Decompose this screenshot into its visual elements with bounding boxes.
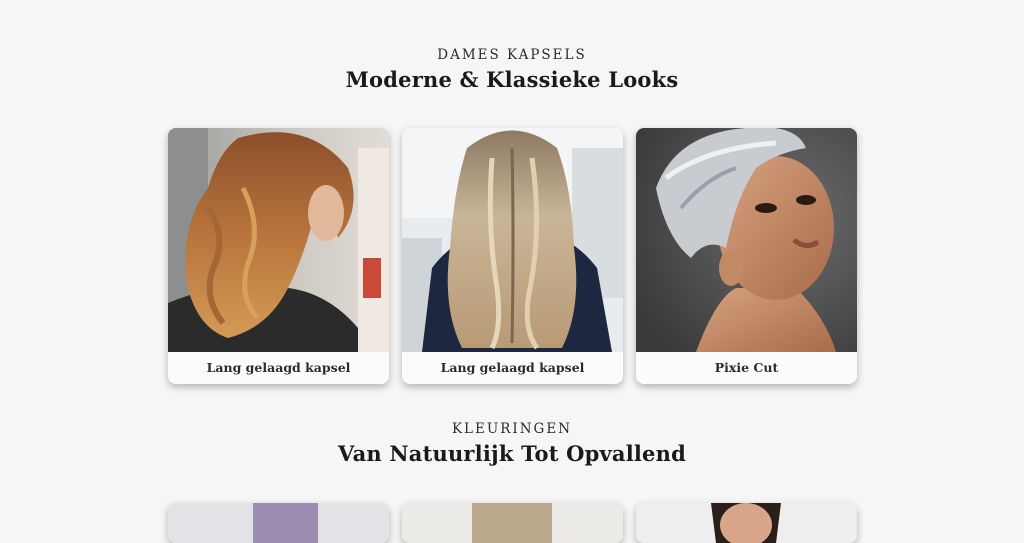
hairstyle-card-grid: Lang gelaagd kapsel Lang gelaagd kapsel … (168, 128, 857, 384)
hairstyle-photo-silver-pixie (636, 128, 857, 352)
section-title: Van Natuurlijk Tot Opvallend (338, 441, 686, 466)
section-kleuringen-header: KLEURINGEN Van Natuurlijk Tot Opvallend (0, 421, 1024, 466)
section-eyebrow: KLEURINGEN (451, 421, 573, 437)
coloring-photo-lavender (168, 503, 389, 543)
coloring-photo-dark-hair (636, 503, 857, 543)
hairstyle-photo-wavy-copper (168, 128, 389, 352)
hairstyle-card[interactable]: Lang gelaagd kapsel (402, 128, 623, 384)
coloring-card[interactable] (168, 503, 389, 543)
hairstyle-caption: Pixie Cut (714, 360, 779, 375)
hairstyle-caption: Lang gelaagd kapsel (440, 360, 585, 375)
section-eyebrow: DAMES KAPSELS (437, 47, 587, 63)
section-title: Moderne & Klassieke Looks (345, 67, 679, 92)
section-dames-kapsels-header: DAMES KAPSELS Moderne & Klassieke Looks (0, 47, 1024, 92)
hairstyle-photo-blonde-balayage (402, 128, 623, 352)
hairstyle-card[interactable]: Lang gelaagd kapsel (168, 128, 389, 384)
hairstyle-card[interactable]: Pixie Cut (636, 128, 857, 384)
coloring-photo-blonde (402, 503, 623, 543)
hairstyle-caption: Lang gelaagd kapsel (206, 360, 351, 375)
coloring-card[interactable] (636, 503, 857, 543)
coloring-card-grid (168, 503, 857, 543)
coloring-card[interactable] (402, 503, 623, 543)
